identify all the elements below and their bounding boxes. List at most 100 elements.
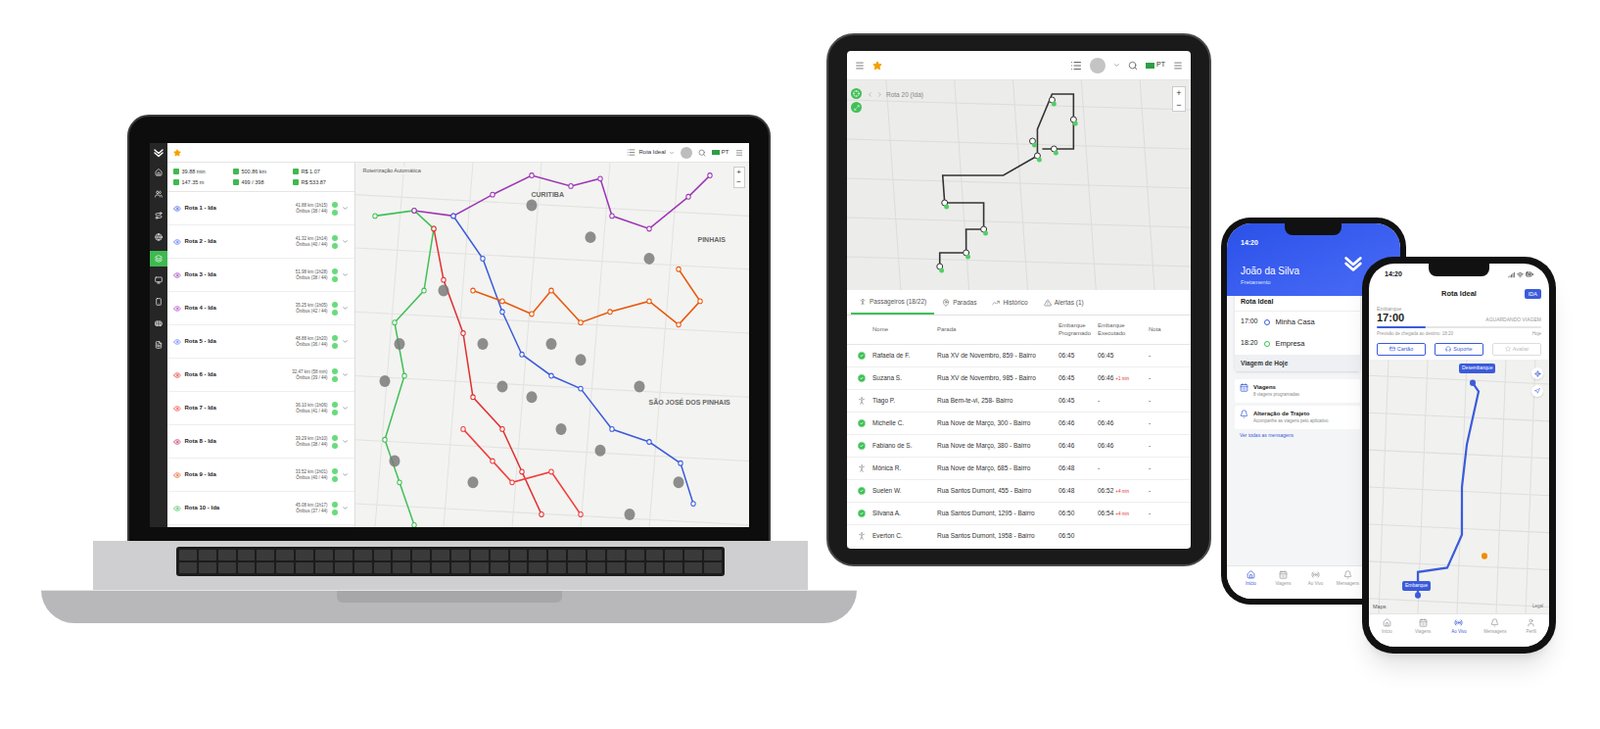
breadcrumb: Rota 20 (Ida) xyxy=(866,90,924,100)
visibility-icon[interactable] xyxy=(173,304,182,313)
zoom-button[interactable]: + xyxy=(734,167,745,178)
menu-icon[interactable] xyxy=(854,60,865,71)
brand-logo-icon xyxy=(152,146,165,159)
tab-item[interactable]: Ao Vivo xyxy=(1441,617,1478,647)
language-selector[interactable]: PT xyxy=(1145,59,1166,71)
table-row[interactable]: Everton C.Rua Santos Dumont, 1958 - Bair… xyxy=(847,524,1191,548)
walk-button[interactable] xyxy=(1531,384,1544,397)
search-icon[interactable] xyxy=(1128,60,1138,71)
tablet-map[interactable]: Rota 20 (Ida) +− xyxy=(847,80,1191,290)
message-card[interactable]: Viagens8 viagens programadas xyxy=(1234,378,1361,403)
visibility-icon[interactable] xyxy=(173,237,182,246)
menu-icon[interactable] xyxy=(735,148,744,157)
search-icon[interactable] xyxy=(698,148,706,157)
route-row[interactable]: Rota 3 - Ida51.98 km (1h28)Ônibus (38 / … xyxy=(167,258,355,292)
tab[interactable]: Histórico xyxy=(984,289,1036,315)
table-row[interactable]: Fabiano de S.Rua Nove de Março, 380 - Ba… xyxy=(847,434,1191,458)
route-row[interactable]: Rota 9 - Ida33.52 km (1h01)Ônibus (40 / … xyxy=(167,458,355,492)
table-row[interactable]: Silvana A.Rua Santos Dumont, 1295 - Bair… xyxy=(847,502,1191,525)
nav-item[interactable] xyxy=(149,272,168,288)
map-tool-button[interactable] xyxy=(850,88,862,99)
route-row[interactable]: Rota 1 - Ida41.88 km (1h15)Ônibus (38 / … xyxy=(167,191,355,226)
visibility-icon[interactable] xyxy=(173,404,182,413)
action-button[interactable]: Cartão xyxy=(1376,342,1426,356)
expand-icon[interactable] xyxy=(341,271,349,279)
expand-icon[interactable] xyxy=(341,437,349,445)
expand-icon[interactable] xyxy=(341,237,349,245)
visibility-icon[interactable] xyxy=(173,504,182,513)
visibility-icon[interactable] xyxy=(173,337,182,346)
message-card[interactable]: Alteração de TrajetoAcompanhe as viagens… xyxy=(1234,405,1361,429)
favorite-icon[interactable] xyxy=(173,148,182,157)
nav-item[interactable] xyxy=(149,186,168,202)
nav-item[interactable] xyxy=(149,250,168,267)
route-card[interactable]: Rota Ideal17:00Minha Casa18:20EmpresaVia… xyxy=(1234,291,1361,372)
nav-icon xyxy=(154,211,163,220)
map-tool-button[interactable] xyxy=(850,101,862,113)
table-row[interactable]: Rafaela de F.Rua XV de Novembro, 859 - B… xyxy=(847,344,1191,368)
language-selector[interactable]: PT xyxy=(711,147,730,157)
tab-item[interactable]: Mensagens xyxy=(1476,617,1513,647)
table-row[interactable]: Suelen W.Rua Santos Dumont, 455 - Bairro… xyxy=(847,479,1191,503)
tab-item[interactable]: Perfil xyxy=(1512,617,1550,647)
table-row[interactable]: Michelle C.Rua Nove de Março, 300 - Bair… xyxy=(847,412,1191,435)
table-row[interactable]: Mônica R.Rua Nove de Março, 685 - Bairro… xyxy=(847,457,1191,480)
avatar[interactable] xyxy=(680,146,693,159)
zoom-button[interactable]: − xyxy=(734,177,745,188)
nav-item[interactable] xyxy=(149,164,168,181)
menu-icon[interactable] xyxy=(1173,60,1183,71)
expand-icon[interactable] xyxy=(341,304,349,312)
visibility-icon[interactable] xyxy=(173,437,182,446)
tab-item[interactable]: Início xyxy=(1368,617,1406,647)
visibility-icon[interactable] xyxy=(173,204,182,213)
back-icon[interactable] xyxy=(866,91,874,98)
expand-icon[interactable] xyxy=(341,470,349,478)
locate-button[interactable] xyxy=(1531,367,1544,379)
expand-icon[interactable] xyxy=(341,337,349,345)
live-map[interactable]: DesembarqueEmbarqueMapsLegal xyxy=(1368,359,1550,613)
expand-icon[interactable] xyxy=(341,404,349,412)
visibility-icon[interactable] xyxy=(173,271,182,280)
table-row[interactable]: Tiago P.Rua Bem-te-vi, 258- Bairro06:45-… xyxy=(847,389,1191,413)
nav-item[interactable] xyxy=(149,293,168,310)
routes-map[interactable]: Roteirização AutomáticaCURITIBAPINHAISSÃ… xyxy=(355,162,750,527)
routes-panel: 39.88 min500.86 kmR$ 1.07147.35 m499 / 3… xyxy=(167,162,356,527)
nav-item[interactable] xyxy=(149,315,168,331)
tab-item[interactable]: Ao Vivo xyxy=(1299,569,1332,588)
expand-icon[interactable] xyxy=(341,504,349,512)
nav-icon xyxy=(154,233,163,241)
topbar: Rota Ideal PT xyxy=(167,142,750,163)
tablet-screen: PT Rota 20 (Ida) +− Passageiros (18/22)Para… xyxy=(847,50,1191,549)
expand-icon[interactable] xyxy=(341,371,349,378)
zoom-button[interactable]: + xyxy=(1173,87,1185,99)
route-row[interactable]: Rota 7 - Ida36.10 km (1h06)Ônibus (41 / … xyxy=(167,391,355,425)
tab-item[interactable]: Início xyxy=(1234,569,1268,588)
action-button[interactable]: Suporte xyxy=(1434,342,1484,356)
forward-icon[interactable] xyxy=(876,91,884,98)
nav-item[interactable] xyxy=(149,336,168,353)
route-row[interactable]: Rota 10 - Ida45.08 km (1h17)Ônibus (37 /… xyxy=(167,491,355,525)
route-row[interactable]: Rota 6 - Ida32.47 km (58 min)Ônibus (39 … xyxy=(167,358,355,392)
tab-item[interactable]: Viagens xyxy=(1405,617,1442,647)
expand-icon[interactable] xyxy=(341,204,349,212)
tab-item[interactable]: Viagens xyxy=(1267,569,1300,588)
tab[interactable]: Alertas (1) xyxy=(1035,289,1092,315)
table-row[interactable]: Suzana S.Rua XV de Novembro, 985 - Bairr… xyxy=(847,367,1191,390)
list-icon[interactable] xyxy=(1070,59,1083,72)
all-messages-link[interactable]: Ver todas as mensagens xyxy=(1234,431,1361,440)
route-row[interactable]: Rota 8 - Ida39.29 km (1h10)Ônibus (38 / … xyxy=(167,424,355,459)
route-row[interactable]: Rota 2 - Ida41.32 km (1h14)Ônibus (40 / … xyxy=(167,225,355,259)
route-selector[interactable]: Rota Ideal xyxy=(626,147,674,157)
visibility-icon[interactable] xyxy=(173,371,182,379)
nav-item[interactable] xyxy=(149,229,168,245)
zoom-button[interactable]: − xyxy=(1173,98,1185,111)
tab[interactable]: Passageiros (18/22) xyxy=(850,289,935,315)
nav-item[interactable] xyxy=(149,207,168,224)
tab-item[interactable]: Mensagens xyxy=(1331,569,1365,588)
avatar[interactable] xyxy=(1089,57,1106,74)
visibility-icon[interactable] xyxy=(173,470,182,479)
favorite-icon[interactable] xyxy=(872,60,883,71)
tab[interactable]: Paradas xyxy=(934,289,985,315)
route-row[interactable]: Rota 5 - Ida48.88 km (1h20)Ônibus (36 / … xyxy=(167,325,355,359)
route-row[interactable]: Rota 4 - Ida35.25 km (1h05)Ônibus (42 / … xyxy=(167,291,355,326)
